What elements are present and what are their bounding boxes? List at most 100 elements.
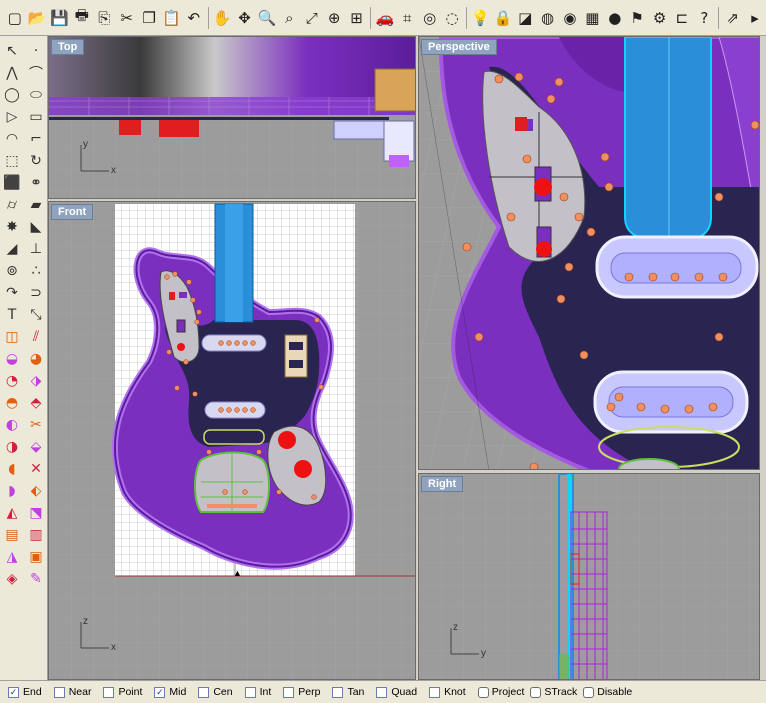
polyline-icon[interactable]: ⋀ [0,62,24,84]
mirror-icon[interactable]: ⫽ [24,326,48,348]
osnap-checkbox[interactable] [376,686,388,698]
pen-icon[interactable]: ✎ [24,568,48,590]
osnap-checkbox[interactable] [332,686,344,698]
snap-bar-icon[interactable]: ⊥ [24,238,48,260]
open-icon[interactable]: 📂 [26,7,47,29]
car-icon[interactable]: 🚗 [374,7,395,29]
flag-icon[interactable]: ⚑ [626,7,647,29]
sweep-icon[interactable]: ◣ [24,216,48,238]
new-icon[interactable]: ▢ [4,7,25,29]
toggle-strack[interactable]: STrack [530,686,577,698]
cylinder-icon[interactable]: ⌭ [0,194,24,216]
offset-icon[interactable]: ⊃ [24,282,48,304]
trim-icon[interactable]: ✂ [24,414,48,436]
osnap-int[interactable]: Int [244,686,271,698]
print-icon[interactable]: 🖶 [71,6,92,29]
unroll-icon[interactable]: ◮ [0,546,24,568]
dimension-tool-icon[interactable]: ⬖ [24,480,48,502]
curve-icon[interactable]: ⌒ [24,62,48,84]
osnap-perp[interactable]: Perp [283,686,320,698]
circle-icon[interactable]: ◯ [0,84,24,106]
material-icon[interactable]: ◉ [559,7,580,29]
osnap-end[interactable]: ✓ End [8,686,42,698]
explode-icon[interactable]: ✸ [0,216,24,238]
polygon-icon[interactable]: ▷ [0,106,24,128]
array-icon[interactable]: ∴ [24,260,48,282]
export-icon[interactable]: ⇗ [722,7,743,29]
tag-icon[interactable]: ◈ [0,568,24,590]
wireframe-icon[interactable]: ⌗ [397,7,418,29]
split-icon[interactable]: ◑ [0,436,24,458]
toggle-button[interactable] [583,686,595,698]
layer-icon[interactable]: ◪ [515,7,536,29]
select-arrow-icon[interactable]: ↖ [0,40,24,62]
undo-icon[interactable]: ↶ [183,7,204,29]
pan-hand-icon[interactable]: ✋ [211,7,232,29]
copy-icon[interactable]: ❐ [138,7,159,29]
rectangle-icon[interactable]: ▭ [24,106,48,128]
osnap-checkbox[interactable]: ✓ [8,686,19,698]
save-icon[interactable]: 💾 [49,7,70,29]
flow-icon[interactable]: ◖ [0,458,24,480]
globe-icon[interactable]: ● [604,7,625,29]
osnap-tan[interactable]: Tan [332,686,364,698]
zoom-icon[interactable]: 🔍 [256,7,277,29]
osnap-knot[interactable]: Knot [429,686,466,698]
solid-cap-icon[interactable]: ◒ [0,348,24,370]
move-icon[interactable]: ✥ [234,7,255,29]
layout-icon[interactable]: ▤ [0,524,24,546]
fillet-icon[interactable]: ⌐ [24,128,48,150]
extract-icon[interactable]: ▣ [24,546,48,568]
toggle-disable[interactable]: Disable [583,686,632,698]
osnap-checkbox[interactable] [244,686,256,698]
osnap-checkbox[interactable] [283,686,295,698]
import-icon[interactable]: ⎘ [94,7,115,29]
rebuild-icon[interactable]: ◓ [0,392,24,414]
transform-icon[interactable]: ⬚ [0,150,24,172]
join-icon[interactable]: ⬙ [24,436,48,458]
boolean-icon[interactable]: ⊚ [0,260,24,282]
analyze-icon[interactable]: ◭ [0,502,24,524]
settings-gear-icon[interactable]: ⚙ [649,7,670,29]
osnap-checkbox[interactable] [198,686,210,698]
more-icon[interactable]: ▸ [744,7,765,29]
toggle-button[interactable] [530,686,542,698]
cage-icon[interactable]: ◫ [0,326,24,348]
viewport-label-front[interactable]: Front [51,204,94,220]
text-icon[interactable]: T [0,304,24,326]
osnap-cen[interactable]: Cen [198,686,233,698]
light-icon[interactable]: 💡 [470,7,491,29]
twist-icon[interactable]: ✕ [24,458,48,480]
blend-icon[interactable]: ↷ [0,282,24,304]
object-snap-icon[interactable]: ◎ [419,7,440,29]
osnap-checkbox[interactable] [103,686,115,698]
zoom-window-icon[interactable]: ⌕ [279,7,300,29]
dimension-icon[interactable]: ⊏ [671,7,692,29]
help-icon[interactable]: ? [694,7,715,29]
surface-icon[interactable]: ▰ [24,194,48,216]
arc-icon[interactable]: ◠ [0,128,24,150]
edit-pts-icon[interactable]: ◔ [0,370,24,392]
network-icon[interactable]: ⬘ [24,392,48,414]
render-sphere-icon[interactable]: ◌ [441,7,462,29]
zoom-extents-icon[interactable]: ⤢ [301,7,322,29]
spheres-icon[interactable]: ⚭ [24,172,48,194]
lock-icon[interactable]: 🔒 [492,7,513,29]
extrude-icon[interactable]: ◢ [0,238,24,260]
zoom-selected-icon[interactable]: ⊕ [323,7,344,29]
osnap-mid[interactable]: ✓ Mid [154,686,186,698]
scale-icon[interactable]: ⤡ [24,304,48,326]
color-wheel-icon[interactable]: ◍ [537,7,558,29]
mesh-icon[interactable]: ▥ [24,524,48,546]
solid-pipe-icon[interactable]: ◕ [24,348,48,370]
osnap-quad[interactable]: Quad [376,686,417,698]
paste-icon[interactable]: 📋 [161,7,182,29]
ellipse-icon[interactable]: ⬭ [24,84,48,106]
point-icon[interactable]: · [24,40,48,62]
patch-icon[interactable]: ◐ [0,414,24,436]
toggle-project[interactable]: Project [477,686,524,698]
osnap-checkbox[interactable] [429,686,441,698]
osnap-point[interactable]: Point [103,686,142,698]
box-icon[interactable]: ⬛ [0,172,24,194]
viewport-label-right[interactable]: Right [421,476,464,492]
